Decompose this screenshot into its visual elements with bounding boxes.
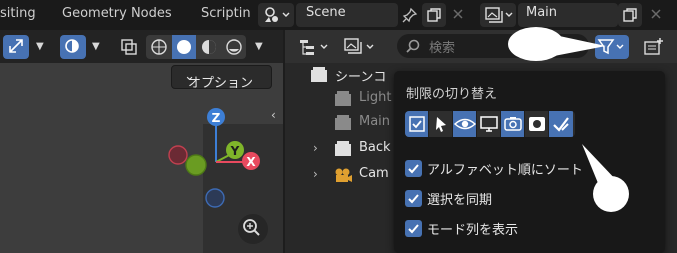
xray-icon	[121, 39, 137, 55]
check-icon	[408, 164, 419, 174]
workspace-tab-compositing[interactable]: siting	[0, 6, 36, 21]
display-mode-button[interactable]	[297, 35, 333, 59]
scene-unlink-button[interactable]	[446, 3, 470, 27]
transform-pivot-button[interactable]	[3, 35, 29, 59]
view-layer-new-button[interactable]	[618, 3, 642, 27]
sort-alphabetically-checkbox[interactable]	[405, 160, 422, 177]
negative-y-axis-icon[interactable]	[185, 154, 207, 176]
chevron-down-icon[interactable]: ▼	[36, 41, 44, 52]
toggle-exclude-checkbox[interactable]	[405, 111, 429, 137]
new-collection-button[interactable]	[641, 35, 667, 59]
duplicate-icon	[623, 8, 637, 22]
check-icon	[408, 224, 419, 234]
scene-icon	[265, 7, 290, 22]
restriction-toggles-heading: 制限の切り替え	[406, 87, 498, 102]
collection-icon	[335, 91, 351, 106]
shading-mode-group	[146, 35, 246, 59]
render-layers-icon	[344, 38, 374, 54]
workspace-tab-geometry-nodes[interactable]: Geometry Nodes	[62, 6, 172, 21]
sort-alphabetically-label: アルファベット順にソート	[427, 163, 583, 178]
viewport-options-label: オプション ⌄	[180, 69, 254, 91]
view-layer-filter-button[interactable]	[341, 35, 381, 59]
close-icon	[651, 9, 661, 19]
transform-icon	[9, 39, 23, 53]
viewport-options-dropdown[interactable]: オプション ⌄	[171, 65, 272, 91]
scene-new-button[interactable]	[422, 3, 446, 27]
negative-x-axis-icon[interactable]	[168, 145, 188, 165]
toggle-hide-in-viewport[interactable]	[453, 111, 477, 137]
collection-icon	[335, 115, 351, 130]
chevron-down-icon[interactable]: ▼	[92, 41, 100, 52]
new-collection-icon	[644, 38, 663, 55]
check-icon	[408, 194, 419, 204]
zoom-button[interactable]	[238, 214, 268, 244]
sync-selection-label: 選択を同期	[427, 193, 493, 208]
toggle-selectable[interactable]	[429, 111, 453, 137]
camera-icon	[335, 168, 352, 182]
monitor-icon	[480, 116, 498, 132]
workspace-tab-scripting[interactable]: Scriptin	[201, 6, 251, 21]
3d-viewport[interactable]: ▼ ▼ ▼ オプション ⌄ ‹ Z Y X	[0, 30, 283, 253]
shading-mode-icons	[151, 35, 242, 59]
row-label: Back	[359, 140, 391, 155]
scene-name: Scene	[306, 5, 346, 20]
row-label: Cam	[359, 166, 389, 181]
toggle-disable-in-renders[interactable]	[501, 111, 525, 137]
close-icon	[453, 9, 463, 19]
overlays-icon	[65, 39, 79, 53]
camera-icon	[504, 117, 522, 131]
scene-name-field[interactable]: Scene	[296, 3, 398, 27]
scene-browse-button[interactable]	[258, 3, 294, 27]
view-layer-name: Main	[526, 5, 558, 20]
expand-arrow-icon[interactable]: ›	[313, 141, 318, 155]
cursor-icon	[436, 117, 446, 132]
options-text: オプション	[188, 76, 254, 91]
search-icon	[406, 39, 420, 53]
scene-pin-button[interactable]	[398, 3, 422, 27]
row-label: シーンコ	[335, 70, 387, 85]
toggle-indirect-only[interactable]	[549, 111, 573, 137]
annotation-pointer-top	[508, 27, 606, 61]
overlays-button[interactable]	[60, 35, 86, 59]
holdout-icon	[529, 117, 545, 131]
row-label: Main	[359, 114, 391, 129]
navigation-gizmo[interactable]: Z Y X	[160, 105, 280, 253]
toggle-holdout[interactable]	[525, 111, 549, 137]
show-mode-column-checkbox[interactable]	[405, 220, 422, 237]
eye-icon	[453, 118, 477, 130]
restriction-toggle-row	[405, 111, 575, 137]
search-placeholder: 検索	[429, 41, 456, 56]
xray-button[interactable]	[116, 35, 142, 59]
row-label: Light	[359, 90, 392, 105]
duplicate-icon	[427, 8, 441, 22]
pin-icon	[402, 7, 418, 23]
expand-arrow-icon[interactable]: ›	[313, 167, 318, 181]
collection-icon	[311, 67, 327, 82]
chevron-down-icon[interactable]: ▼	[255, 41, 263, 52]
outliner-display-icon	[300, 40, 328, 55]
option-show-mode-column[interactable]: モード列を表示	[405, 218, 655, 240]
sync-selection-checkbox[interactable]	[405, 190, 422, 207]
negative-z-axis-icon[interactable]	[205, 188, 225, 208]
annotation-pointer-bottom	[582, 144, 629, 212]
x-axis-label: X	[246, 155, 256, 169]
view-layer-remove-button[interactable]	[644, 3, 668, 27]
collection-icon	[335, 141, 351, 156]
toggle-disable-in-viewports[interactable]	[477, 111, 501, 137]
y-axis-label: Y	[230, 144, 240, 158]
show-mode-column-label: モード列を表示	[427, 223, 519, 238]
indirect-icon	[553, 117, 569, 132]
viewport-header: ▼ ▼ ▼	[0, 30, 283, 63]
checkbox-icon	[409, 116, 425, 132]
z-axis-label: Z	[212, 111, 221, 125]
